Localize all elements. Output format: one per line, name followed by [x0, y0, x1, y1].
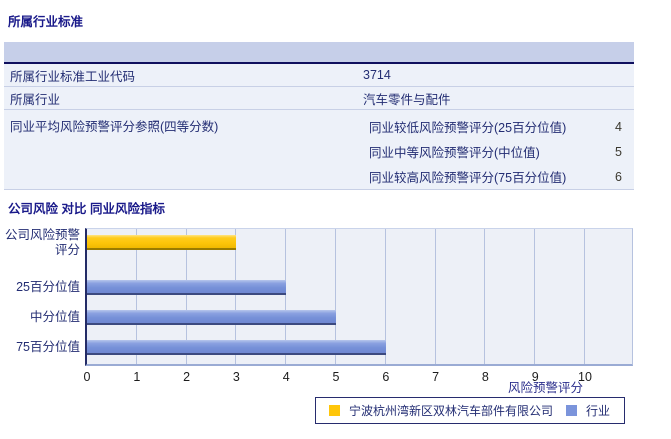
plot-area — [85, 228, 633, 366]
x-tick-label: 4 — [282, 370, 290, 384]
x-axis-title: 风险预警评分 — [507, 381, 583, 395]
row-label: 同业平均风险预警评分参照(四等分数) — [10, 120, 219, 134]
chart-legend: 宁波杭州湾新区双林汽车部件有限公司 行业 — [315, 397, 626, 424]
peer-score-subrows: 同业较低风险预警评分(25百分位值) 4 同业中等风险预警评分(中位值) 5 同… — [363, 110, 634, 189]
gridline — [434, 229, 436, 364]
table-row-industry: 所属行业 汽车零件与配件 — [4, 87, 634, 110]
x-tick-label: 0 — [83, 370, 91, 384]
subrow-median: 同业中等风险预警评分(中位值) 5 — [363, 139, 634, 164]
subrow-value: 5 — [615, 144, 622, 159]
x-tick-label: 3 — [232, 370, 240, 384]
subrow-value: 6 — [615, 169, 622, 184]
table-row-peer-score-reference: 同业平均风险预警评分参照(四等分数) 同业较低风险预警评分(25百分位值) 4 … — [4, 110, 634, 190]
subrow-value: 4 — [615, 119, 622, 134]
x-tick-label: 5 — [332, 370, 340, 384]
industry-risk-report: 所属行业标准 所属行业标准工业代码 3714 所属行业 汽车零件与配件 同业平均… — [0, 0, 671, 439]
chart-bar — [87, 280, 287, 295]
table-row-industry-code: 所属行业标准工业代码 3714 — [4, 64, 634, 87]
section-title-risk-comparison: 公司风险 对比 同业风险指标 — [8, 202, 165, 216]
x-tick-label: 2 — [183, 370, 191, 384]
legend-swatch — [329, 405, 340, 416]
row-value: 汽车零件与配件 — [363, 92, 451, 107]
subrow-label: 同业较低风险预警评分(25百分位值) — [369, 121, 567, 135]
y-axis-label: 25百分位值 — [16, 280, 80, 294]
chart-bar — [87, 340, 386, 355]
gridline — [484, 229, 486, 364]
legend-label: 宁波杭州湾新区双林汽车部件有限公司 — [349, 404, 554, 418]
risk-comparison-bar-chart: 公司风险预警 评分 25百分位值 中分位值 75百分位值 0 1 2 3 4 5 6 7 8 9 10 风… — [0, 220, 671, 439]
chart-bar — [87, 235, 237, 250]
table-header-band — [4, 42, 634, 62]
industry-standard-table: 所属行业标准工业代码 3714 所属行业 汽车零件与配件 同业平均风险预警评分参… — [4, 42, 634, 190]
y-axis-label: 中分位值 — [29, 310, 80, 324]
y-axis-label: 75百分位值 — [16, 340, 80, 354]
y-axis-label: 公司风险预警 评分 — [4, 227, 80, 257]
row-label: 所属行业 — [10, 92, 61, 107]
section-title-industry-standard: 所属行业标准 — [8, 15, 84, 29]
subrow-label: 同业较高风险预警评分(75百分位值) — [369, 171, 567, 185]
subrow-label: 同业中等风险预警评分(中位值) — [369, 146, 540, 160]
legend-swatch — [566, 405, 578, 416]
gridline — [584, 229, 585, 364]
chart-bar — [87, 310, 336, 325]
row-value: 3714 — [363, 68, 391, 82]
legend-label: 行业 — [586, 404, 611, 418]
x-tick-label: 1 — [133, 370, 141, 384]
subrow-75th-percentile: 同业较高风险预警评分(75百分位值) 6 — [363, 164, 634, 189]
gridline — [534, 229, 536, 364]
x-tick-label: 6 — [382, 370, 390, 384]
subrow-25th-percentile: 同业较低风险预警评分(25百分位值) 4 — [363, 114, 634, 139]
row-label: 所属行业标准工业代码 — [10, 69, 136, 84]
